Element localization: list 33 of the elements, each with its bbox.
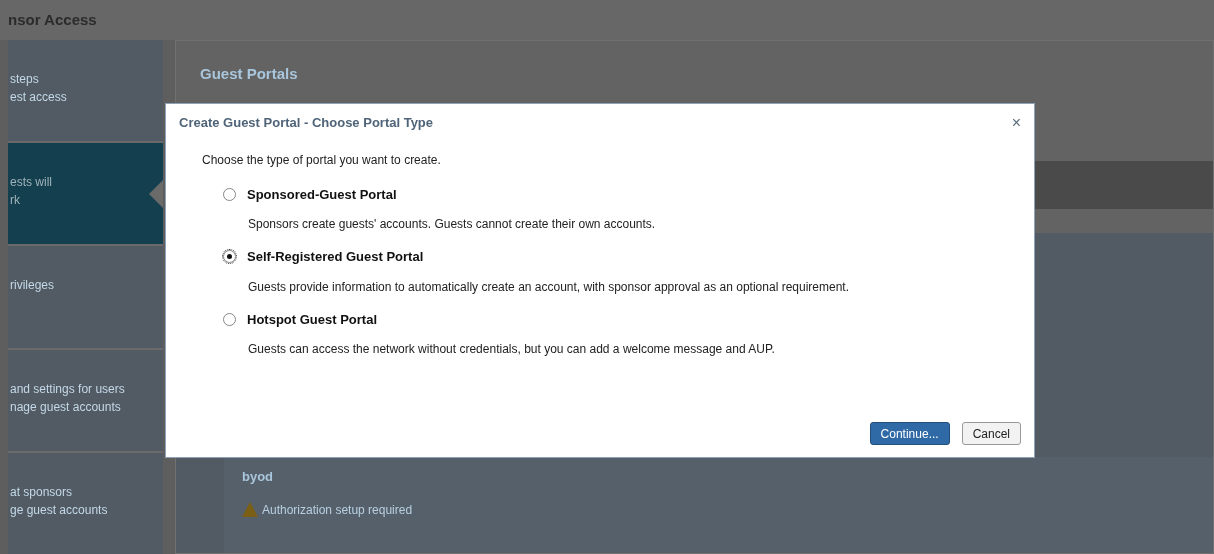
dialog-intro: Choose the type of portal you want to create. bbox=[201, 151, 442, 169]
sidebar-item-text: rivileges bbox=[10, 277, 54, 295]
radio-button[interactable] bbox=[223, 250, 236, 264]
sidebar-item[interactable]: ests will rk bbox=[8, 143, 163, 245]
sidebar-item-text: est access bbox=[10, 89, 67, 106]
sidebar-item-text: at sponsors bbox=[10, 483, 73, 501]
cancel-button[interactable]: Cancel bbox=[961, 422, 1021, 445]
portal-name[interactable]: byod bbox=[242, 467, 274, 487]
sidebar-item-text: steps bbox=[10, 71, 39, 88]
sidebar-item[interactable]: rivileges bbox=[8, 246, 163, 348]
continue-button[interactable]: Continue... bbox=[869, 422, 950, 445]
sidebar-item-text: rk bbox=[10, 192, 20, 210]
sidebar-item-text: and settings for users bbox=[10, 380, 125, 398]
sidebar-item-text: nage guest accounts bbox=[10, 398, 121, 416]
sidebar-item[interactable]: steps est access bbox=[8, 40, 163, 142]
option-label[interactable]: Sponsored-Guest Portal bbox=[247, 184, 397, 204]
section-title: Guest Portals bbox=[200, 64, 298, 84]
radio-button[interactable] bbox=[223, 187, 236, 201]
option-label[interactable]: Self-Registered Guest Portal bbox=[247, 247, 424, 267]
sidebar-item-text: ests will bbox=[10, 174, 52, 192]
option-label[interactable]: Hotspot Guest Portal bbox=[247, 309, 377, 329]
option-description: Sponsors create guests' accounts. Guests cannot create their own accounts. bbox=[247, 216, 657, 233]
option-description: Guests provide information to automatically create an account, with sponsor approval as an optional requirement. bbox=[247, 278, 850, 296]
page-title: nsor Access bbox=[8, 9, 97, 30]
warning-text[interactable]: Authorization setup required bbox=[262, 500, 413, 519]
sidebar-item[interactable]: at sponsors ge guest accounts bbox=[8, 452, 163, 554]
sidebar-item[interactable]: and settings for users nage guest accounts bbox=[8, 349, 163, 451]
option-description: Guests can access the network without credentials, but you can add a welcome message and AUP. bbox=[247, 341, 776, 358]
close-button[interactable]: × bbox=[1011, 114, 1021, 131]
dialog-title: Create Guest Portal - Choose Portal Type bbox=[179, 114, 434, 132]
warning-icon bbox=[242, 502, 258, 517]
radio-button[interactable] bbox=[223, 312, 236, 326]
sidebar-item-text: ge guest accounts bbox=[10, 501, 108, 519]
